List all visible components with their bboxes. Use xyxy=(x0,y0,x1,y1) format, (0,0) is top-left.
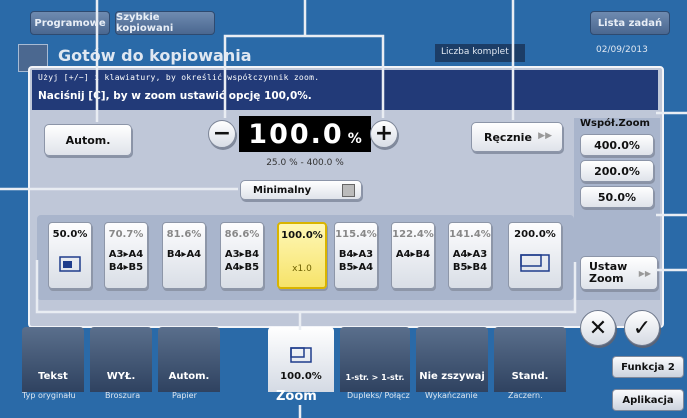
callout-lines xyxy=(0,0,687,418)
